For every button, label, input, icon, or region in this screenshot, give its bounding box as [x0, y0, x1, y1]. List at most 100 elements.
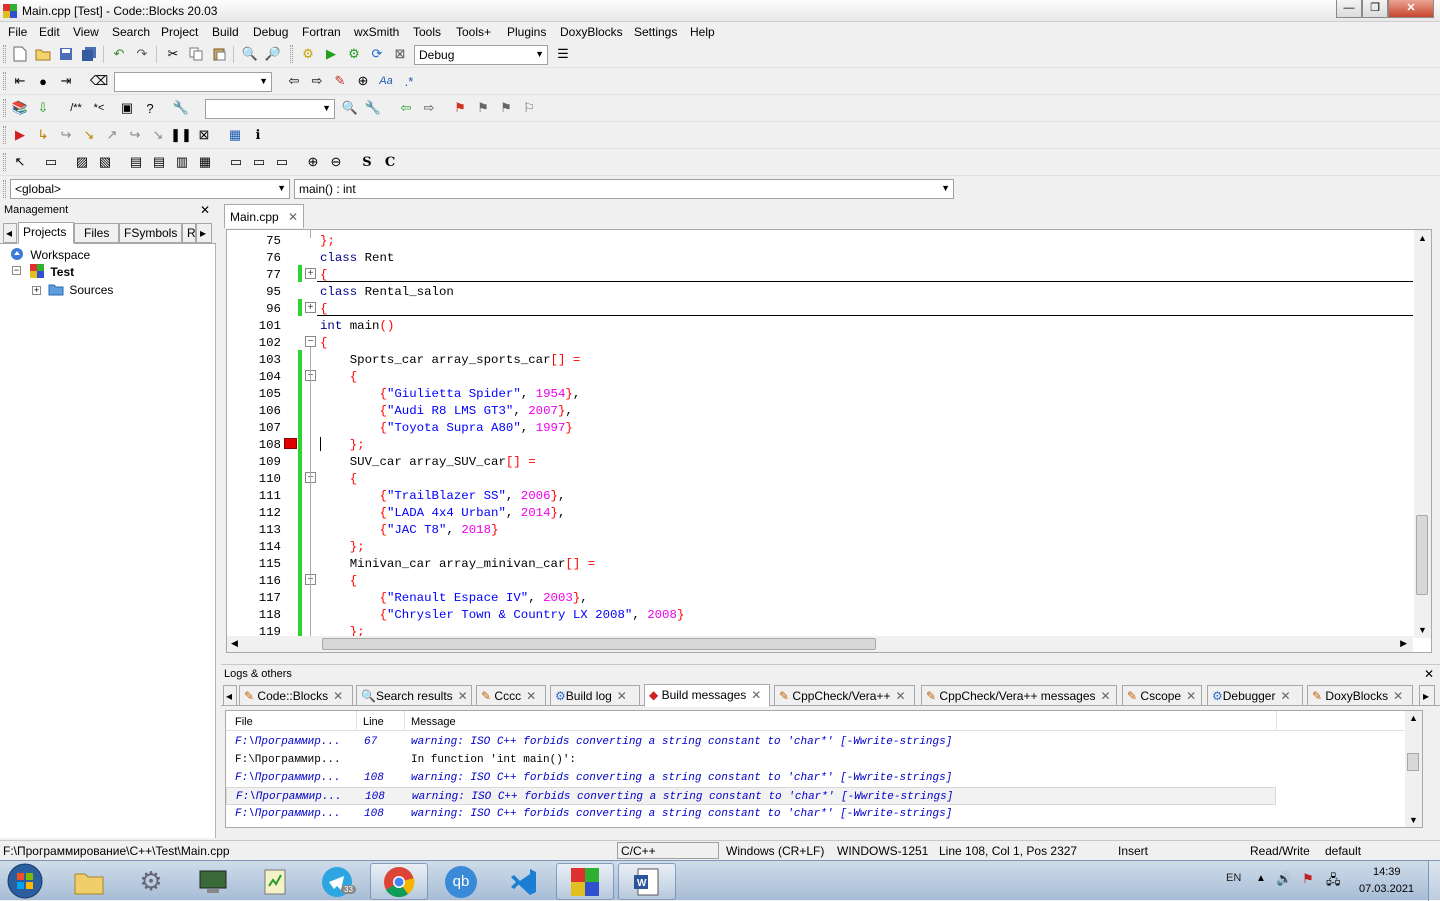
- menu-doxyblocks[interactable]: DoxyBlocks: [560, 25, 623, 39]
- code-line[interactable]: Minivan_car array_minivan_car[] =: [320, 557, 595, 571]
- jump-back-icon[interactable]: ⇤: [11, 72, 29, 90]
- close-icon[interactable]: ✕: [751, 688, 761, 702]
- close-icon[interactable]: ✕: [895, 689, 905, 703]
- flag-icon[interactable]: ⚑: [1302, 871, 1314, 887]
- pause-icon[interactable]: ❚❚: [170, 126, 192, 144]
- code-line[interactable]: {"LADA 4x4 Urban", 2014},: [320, 506, 566, 520]
- close-icon[interactable]: ✕: [1424, 667, 1434, 681]
- block-comment-icon[interactable]: /**: [64, 99, 88, 117]
- scroll-down-icon[interactable]: ▼: [1409, 815, 1418, 825]
- v-scrollbar[interactable]: ▲ ▼: [1414, 230, 1431, 638]
- step-into-icon[interactable]: ↘: [80, 126, 98, 144]
- code-line[interactable]: };: [320, 438, 365, 452]
- clear-search-icon[interactable]: ⌫: [90, 72, 108, 90]
- fold-collapse-icon[interactable]: −: [305, 336, 316, 347]
- menu-tools-plus[interactable]: Tools+: [456, 25, 491, 39]
- find-prev-icon[interactable]: ⇦: [285, 72, 303, 90]
- close-icon[interactable]: ✕: [1393, 689, 1403, 703]
- col-line[interactable]: Line: [363, 716, 384, 728]
- menu-debug[interactable]: Debug: [253, 25, 288, 39]
- menu-build[interactable]: Build: [212, 25, 239, 39]
- menu-fortran[interactable]: Fortran: [302, 25, 341, 39]
- scroll-left-icon[interactable]: ◂: [223, 685, 237, 706]
- flag-next-icon[interactable]: ⚑: [497, 99, 515, 117]
- tree-sources[interactable]: Sources: [48, 283, 113, 297]
- run-to-cursor-icon[interactable]: ↳: [34, 126, 52, 144]
- debug-info-icon[interactable]: ℹ: [249, 126, 267, 144]
- panel-icon[interactable]: ▧: [96, 153, 114, 171]
- replace-icon[interactable]: 🔎: [264, 45, 282, 63]
- extract-docs-icon[interactable]: ⇩: [34, 99, 52, 117]
- error-marker[interactable]: [284, 438, 297, 449]
- tab-cccc[interactable]: ✎ Cccc ✕: [476, 685, 546, 706]
- scroll-up-icon[interactable]: ▲: [1409, 713, 1418, 723]
- scroll-left-icon[interactable]: ◀: [231, 638, 238, 649]
- close-icon[interactable]: ✕: [333, 689, 343, 703]
- v-scroll-thumb[interactable]: [1407, 753, 1419, 771]
- code-line[interactable]: };: [320, 540, 365, 554]
- toolbar-grip[interactable]: [3, 180, 6, 198]
- code-editor[interactable]: 75}; 76 class Rent 77 {+95 class Rental_salon…: [226, 229, 1432, 653]
- tab-build-log[interactable]: ⚙Build log ✕: [550, 685, 640, 706]
- tab-build-messages[interactable]: ◆ Build messages ✕: [644, 684, 770, 707]
- build-and-run-icon[interactable]: ⚙: [345, 45, 363, 63]
- close-icon[interactable]: ✕: [1186, 689, 1196, 703]
- code-line[interactable]: {: [320, 302, 327, 316]
- abort-icon[interactable]: ⊠: [391, 45, 409, 63]
- tab-resources[interactable]: R: [182, 223, 196, 243]
- col-message[interactable]: Message: [411, 716, 456, 728]
- chm-help-icon[interactable]: ?: [141, 99, 159, 117]
- new-file-icon[interactable]: [11, 45, 29, 63]
- flex-sizer-icon[interactable]: ▦: [196, 153, 214, 171]
- menu-plugins[interactable]: Plugins: [507, 25, 546, 39]
- spacer-c-icon[interactable]: ▭: [273, 153, 291, 171]
- toolbar-grip[interactable]: [290, 45, 293, 63]
- run-icon[interactable]: ▶: [322, 45, 340, 63]
- menu-edit[interactable]: Edit: [39, 25, 60, 39]
- code-line[interactable]: {"Giulietta Spider", 1954},: [320, 387, 581, 401]
- step-instruction-icon[interactable]: ↘: [149, 126, 167, 144]
- toolbar-grip[interactable]: [3, 99, 6, 117]
- grid-sizer-icon[interactable]: ▥: [173, 153, 191, 171]
- close-icon[interactable]: ✕: [1280, 689, 1290, 703]
- step-out-icon[interactable]: ↗: [103, 126, 121, 144]
- menu-wxsmith[interactable]: wxSmith: [354, 25, 399, 39]
- selected-text-icon[interactable]: ⊕: [354, 72, 372, 90]
- fold-expand-icon[interactable]: +: [305, 268, 316, 279]
- function-select[interactable]: main() : int ▼: [294, 179, 954, 199]
- code-line[interactable]: {: [320, 268, 327, 282]
- spacer-a-icon[interactable]: ▭: [227, 153, 245, 171]
- show-desktop-button[interactable]: [1428, 861, 1440, 901]
- code-line[interactable]: int main(): [320, 319, 394, 333]
- search-symbol-icon[interactable]: 🔍: [341, 99, 359, 117]
- flag-icon[interactable]: ⚑: [451, 99, 469, 117]
- frame-icon[interactable]: ▭: [42, 153, 60, 171]
- doxywizard-icon[interactable]: 📚: [11, 99, 29, 117]
- scroll-down-icon[interactable]: ▼: [1418, 625, 1427, 635]
- table-row[interactable]: F:\Программир... 108 warning: ISO C++ forb…: [226, 787, 1276, 805]
- collapse-icon[interactable]: −: [12, 266, 21, 275]
- scroll-right-icon[interactable]: ▸: [196, 223, 212, 243]
- taskbar-settings[interactable]: ⚙: [122, 863, 180, 900]
- bookmark-dot-icon[interactable]: ●: [34, 72, 52, 90]
- build-gear-icon[interactable]: ⚙: [299, 45, 317, 63]
- tab-cppcheck[interactable]: ✎ CppCheck/Vera++ ✕: [774, 685, 915, 706]
- toolbar-grip[interactable]: [3, 72, 6, 90]
- code-line[interactable]: {: [320, 370, 357, 384]
- line-comment-icon[interactable]: *<: [88, 99, 110, 117]
- menu-view[interactable]: View: [73, 25, 99, 39]
- tray-expand-icon[interactable]: ▲: [1256, 873, 1266, 884]
- code-line[interactable]: {: [320, 336, 327, 350]
- build-target-select[interactable]: Debug ▼: [414, 45, 548, 65]
- prev-icon[interactable]: ⇦: [397, 99, 415, 117]
- debug-windows-icon[interactable]: ▦: [226, 126, 244, 144]
- h-scroll-thumb[interactable]: [322, 638, 876, 650]
- toolbar-grip[interactable]: [3, 45, 6, 63]
- h-scrollbar[interactable]: ◀ ▶: [227, 636, 1413, 652]
- save-icon[interactable]: [57, 45, 75, 63]
- tab-doxyblocks[interactable]: ✎ DoxyBlocks ✕: [1307, 685, 1413, 706]
- code-line[interactable]: class Rental_salon: [320, 285, 454, 299]
- close-icon[interactable]: ✕: [458, 689, 468, 703]
- highlight-icon[interactable]: ✎: [331, 72, 349, 90]
- col-file[interactable]: File: [235, 716, 253, 728]
